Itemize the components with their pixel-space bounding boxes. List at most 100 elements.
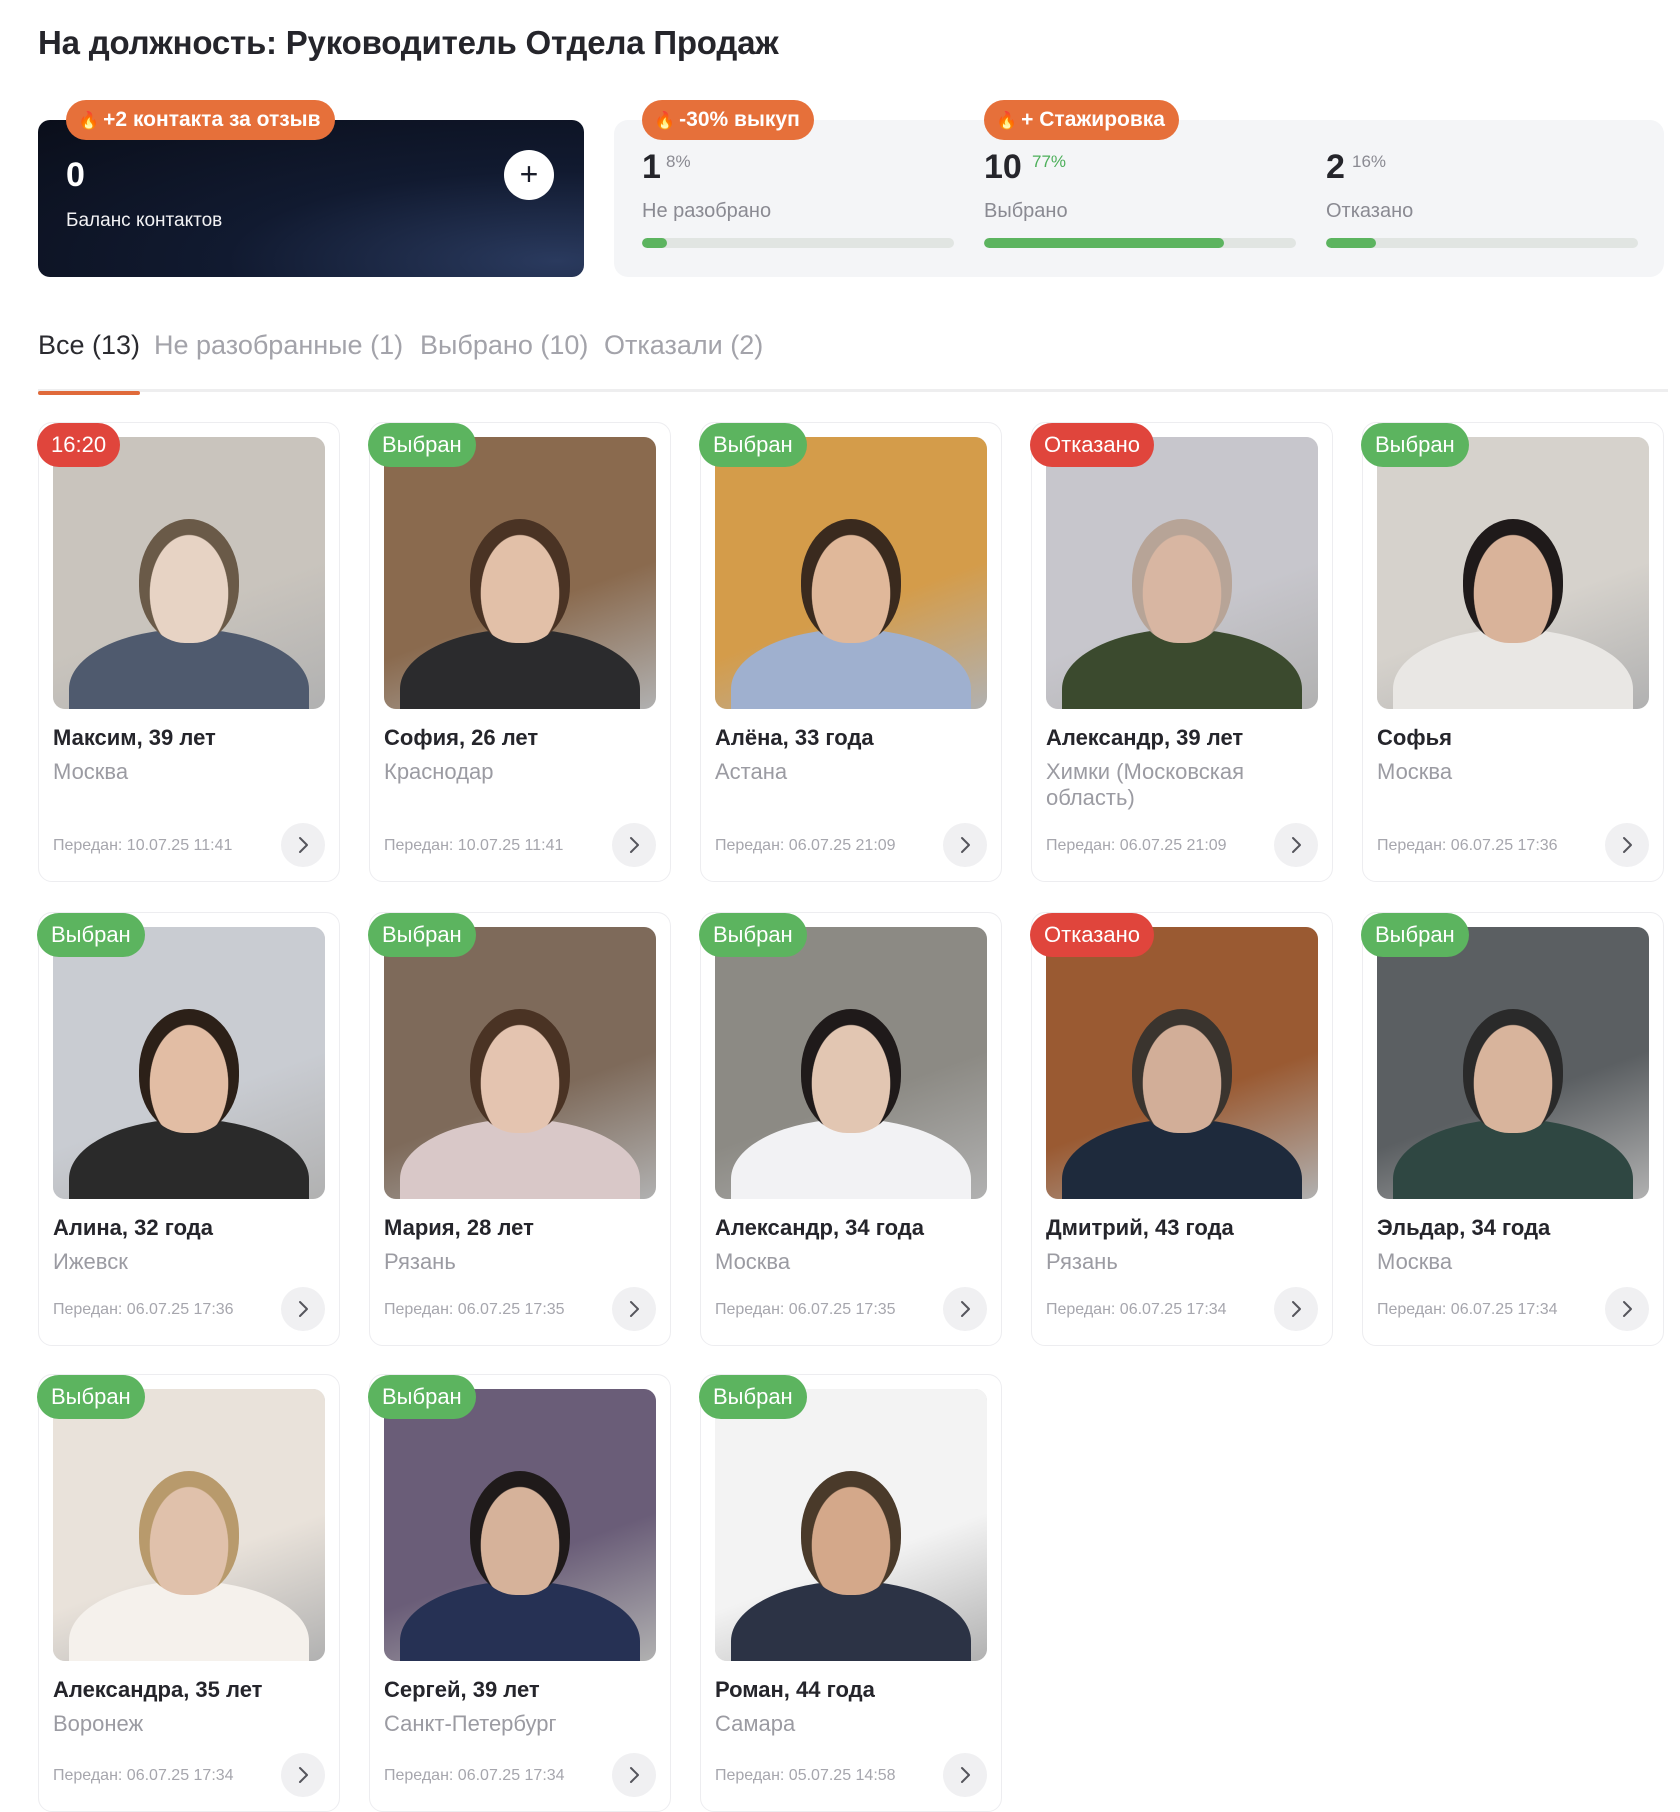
- candidate-name: Алёна, 33 года: [715, 725, 874, 750]
- candidate-city: Краснодар: [384, 759, 494, 784]
- chevron-right-icon: [961, 837, 970, 853]
- candidate-city: Москва: [1377, 1249, 1453, 1274]
- open-candidate-button[interactable]: [612, 823, 656, 867]
- add-contacts-button[interactable]: +: [504, 150, 554, 200]
- candidate-photo[interactable]: [1046, 927, 1318, 1199]
- tab-selected[interactable]: Выбрано (10): [420, 330, 588, 392]
- candidate-name: Сергей, 39 лет: [384, 1677, 540, 1702]
- internship-promo-badge[interactable]: 🔥 + Стажировка: [984, 100, 1179, 140]
- candidate-card[interactable]: Отказано Дмитрий, 43 года Рязань Передан: 0…: [1030, 912, 1333, 1346]
- balance-card: 0 Баланс контактов +: [38, 120, 584, 277]
- transfer-date: Передан: 06.07.25 17:35: [715, 1301, 896, 1318]
- candidate-photo[interactable]: [715, 1389, 987, 1661]
- candidate-card[interactable]: Выбран Сергей, 39 лет Санкт-Петербург Перед…: [368, 1374, 671, 1812]
- status-badge: Выбран: [37, 1375, 145, 1419]
- tab-unreviewed[interactable]: Не разобранные (1): [154, 330, 403, 392]
- open-candidate-button[interactable]: [281, 1753, 325, 1797]
- candidate-card[interactable]: Выбран Эльдар, 34 года Москва Передан: 06.0…: [1361, 912, 1664, 1346]
- candidate-photo[interactable]: [1046, 437, 1318, 709]
- photo-face: [1132, 1008, 1232, 1133]
- candidate-card[interactable]: Выбран Александра, 35 лет Воронеж Передан: …: [37, 1374, 340, 1812]
- transfer-date: Передан: 06.07.25 17:36: [1377, 837, 1558, 854]
- candidate-photo[interactable]: [53, 927, 325, 1199]
- candidate-card[interactable]: 16:20 Максим, 39 лет Москва Передан: 10.07.…: [37, 422, 340, 882]
- open-candidate-button[interactable]: [943, 1287, 987, 1331]
- candidate-name: Эльдар, 34 года: [1377, 1215, 1551, 1240]
- fire-icon: 🔥: [78, 111, 100, 130]
- candidate-photo[interactable]: [384, 927, 656, 1199]
- open-candidate-button[interactable]: [281, 823, 325, 867]
- chevron-right-icon: [961, 1301, 970, 1317]
- tab-rejected[interactable]: Отказали (2): [604, 330, 763, 392]
- open-candidate-button[interactable]: [943, 1753, 987, 1797]
- candidate-card[interactable]: Выбран Мария, 28 лет Рязань Передан: 06.07.…: [368, 912, 671, 1346]
- candidate-photo[interactable]: [384, 437, 656, 709]
- stat-progress-fill: [1326, 238, 1376, 248]
- fire-icon: 🔥: [996, 111, 1018, 130]
- photo-face: [470, 1008, 570, 1133]
- candidate-city: Москва: [1377, 759, 1453, 784]
- open-candidate-button[interactable]: [1274, 823, 1318, 867]
- chevron-right-icon: [630, 1301, 639, 1317]
- candidate-photo[interactable]: [53, 437, 325, 709]
- status-badge: Выбран: [699, 1375, 807, 1419]
- candidate-city: Москва: [53, 759, 129, 784]
- candidate-photo[interactable]: [715, 437, 987, 709]
- fire-icon: 🔥: [654, 111, 676, 130]
- transfer-date: Передан: 06.07.25 21:09: [1046, 837, 1227, 854]
- buyout-promo-badge[interactable]: 🔥 -30% выкуп: [642, 100, 814, 140]
- stat-progress-bar: [1326, 238, 1638, 248]
- stat-progress-bar: [984, 238, 1296, 248]
- page-title: На должность: Руководитель Отдела Продаж: [38, 24, 779, 61]
- candidate-name: Софья: [1377, 725, 1452, 750]
- open-candidate-button[interactable]: [943, 823, 987, 867]
- open-candidate-button[interactable]: [1605, 1287, 1649, 1331]
- chevron-right-icon: [630, 837, 639, 853]
- photo-face: [1463, 1008, 1563, 1133]
- candidate-card[interactable]: Выбран Алина, 32 года Ижевск Передан: 06.07…: [37, 912, 340, 1346]
- candidate-card[interactable]: Выбран София, 26 лет Краснодар Передан: 10.…: [368, 422, 671, 882]
- candidate-name: Дмитрий, 43 года: [1046, 1215, 1234, 1240]
- candidate-photo[interactable]: [1377, 437, 1649, 709]
- transfer-date: Передан: 10.07.25 11:41: [53, 837, 233, 854]
- candidate-card[interactable]: Выбран Александр, 34 года Москва Передан: 0…: [699, 912, 1002, 1346]
- candidate-city: Рязань: [384, 1249, 456, 1274]
- candidate-city: Астана: [715, 759, 788, 784]
- photo-face: [801, 1470, 901, 1595]
- tab-all[interactable]: Все (13): [38, 330, 141, 395]
- transfer-date: Передан: 10.07.25 11:41: [384, 837, 564, 854]
- stat-label: Отказано: [1326, 200, 1414, 222]
- candidate-card[interactable]: Выбран Софья Москва Передан: 06.07.25 17:36: [1361, 422, 1664, 882]
- candidate-card[interactable]: Отказано Александр, 39 лет Химки (Московск…: [1030, 422, 1333, 882]
- candidate-photo[interactable]: [1377, 927, 1649, 1199]
- candidate-photo[interactable]: [715, 927, 987, 1199]
- photo-face: [139, 518, 239, 643]
- stat-progress-fill: [984, 238, 1225, 248]
- review-promo-badge[interactable]: 🔥 +2 контакта за отзыв: [66, 100, 335, 140]
- photo-face: [139, 1008, 239, 1133]
- candidate-photo[interactable]: [53, 1389, 325, 1661]
- chevron-right-icon: [961, 1767, 970, 1783]
- chevron-right-icon: [299, 837, 308, 853]
- candidate-photo[interactable]: [384, 1389, 656, 1661]
- candidate-card[interactable]: Выбран Роман, 44 года Самара Передан: 05.07…: [699, 1374, 1002, 1812]
- stat-value: 2: [1326, 148, 1345, 186]
- candidate-name: Александр, 34 года: [715, 1215, 924, 1240]
- photo-face: [139, 1470, 239, 1595]
- chevron-right-icon: [1292, 837, 1301, 853]
- transfer-date: Передан: 06.07.25 21:09: [715, 837, 896, 854]
- transfer-date: Передан: 05.07.25 14:58: [715, 1767, 896, 1784]
- chevron-right-icon: [630, 1767, 639, 1783]
- candidate-card[interactable]: Выбран Алёна, 33 года Астана Передан: 06.07…: [699, 422, 1002, 882]
- candidate-name: Максим, 39 лет: [53, 725, 216, 750]
- balance-label: Баланс контактов: [66, 210, 223, 231]
- open-candidate-button[interactable]: [612, 1753, 656, 1797]
- status-badge: Отказано: [1030, 913, 1154, 957]
- open-candidate-button[interactable]: [1274, 1287, 1318, 1331]
- stat-percent: 77%: [1032, 152, 1067, 171]
- candidate-name: София, 26 лет: [384, 725, 539, 750]
- balance-value: 0: [66, 156, 85, 194]
- open-candidate-button[interactable]: [281, 1287, 325, 1331]
- open-candidate-button[interactable]: [1605, 823, 1649, 867]
- open-candidate-button[interactable]: [612, 1287, 656, 1331]
